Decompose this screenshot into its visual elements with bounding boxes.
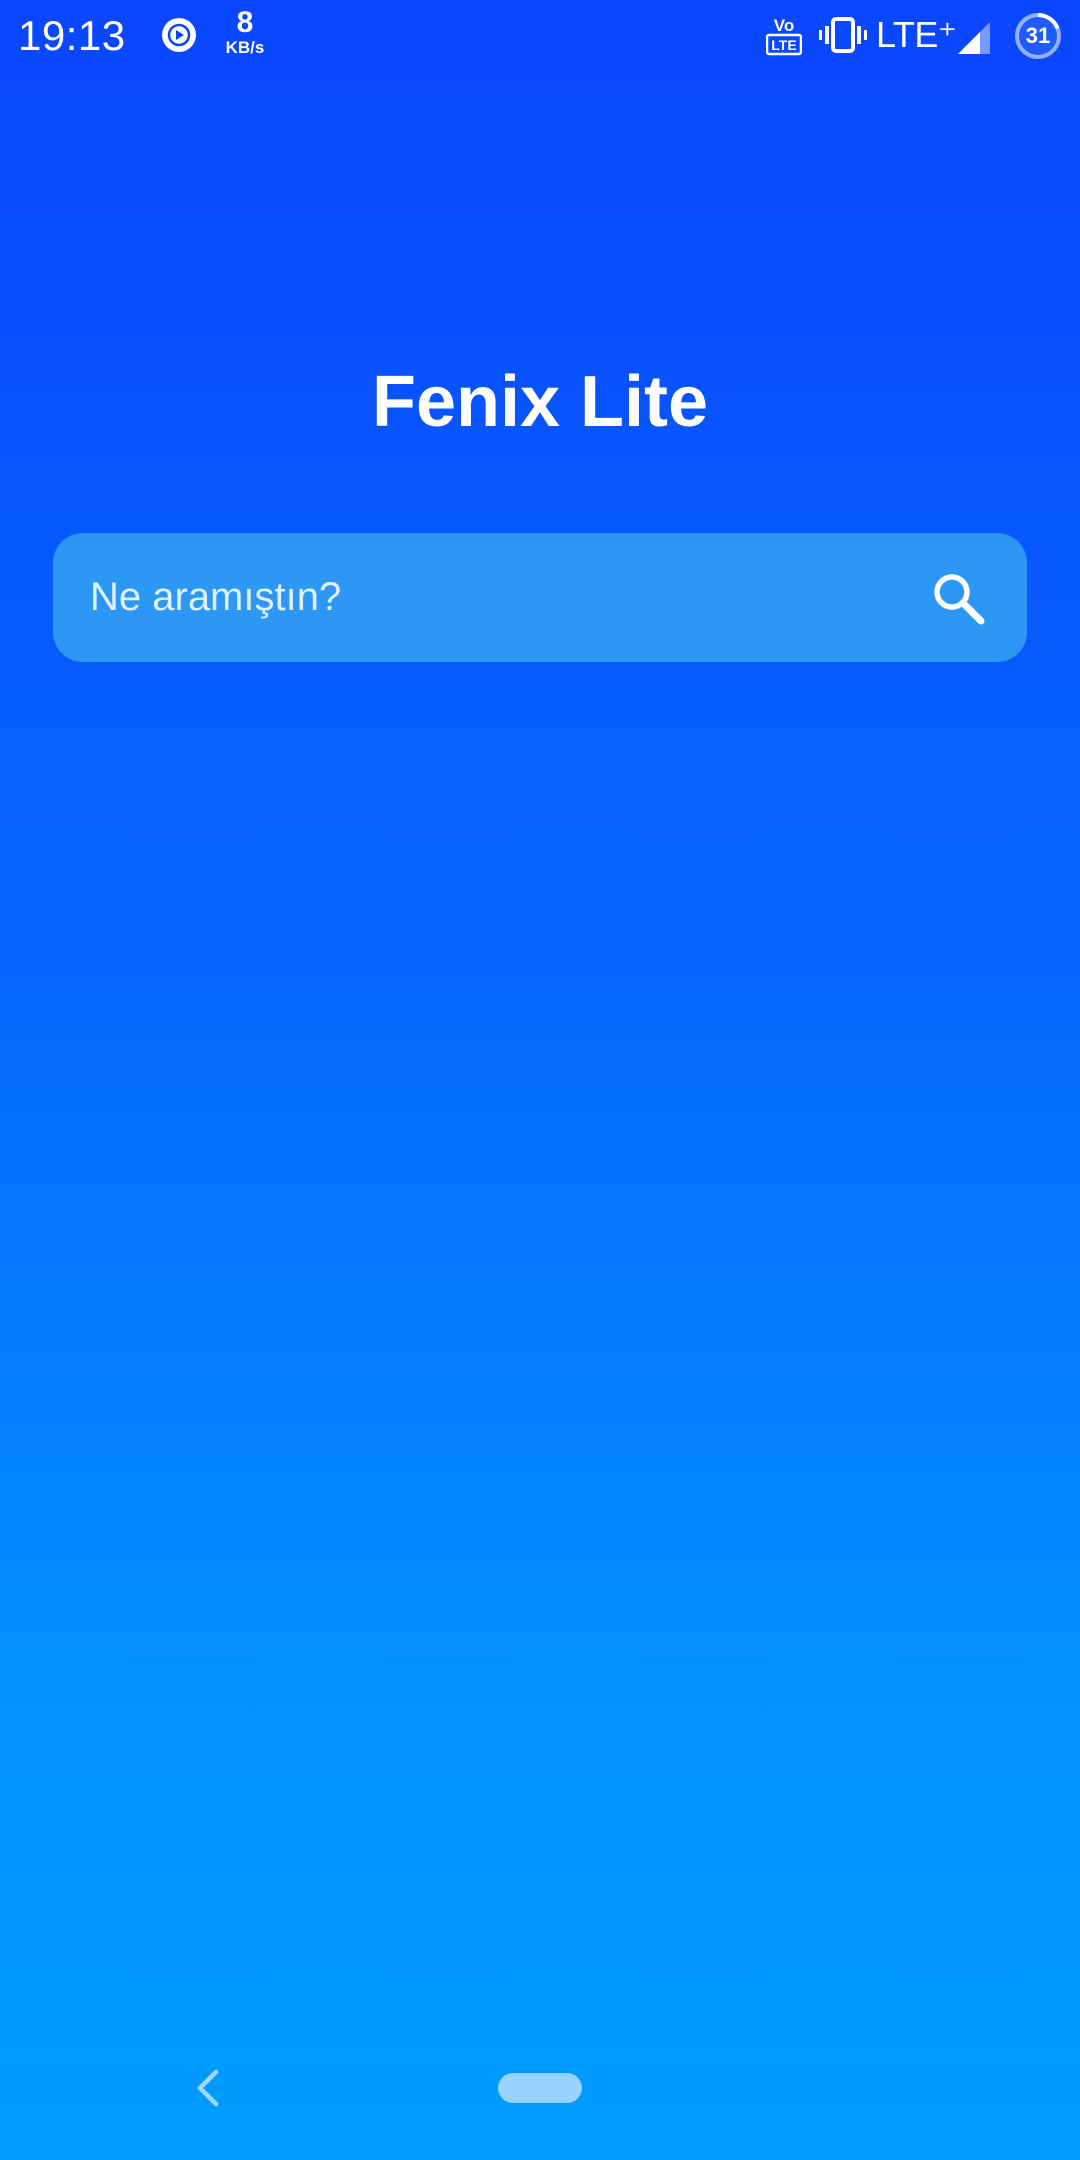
volte-top-label: Vo: [774, 16, 794, 35]
search-input[interactable]: [53, 533, 933, 662]
network-speed: 8 KB/s: [220, 6, 270, 57]
volte-icon: Vo LTE: [766, 16, 802, 56]
network-speed-value: 8: [236, 6, 254, 39]
battery-level: 31: [1025, 23, 1051, 48]
app-title: Fenix Lite: [371, 362, 709, 442]
play-circle-icon: [162, 18, 196, 52]
vibrate-icon: [819, 17, 867, 53]
home-pill[interactable]: [498, 2073, 582, 2103]
search-icon[interactable]: [930, 570, 986, 626]
network-speed-unit: KB/s: [225, 38, 265, 57]
volte-bottom-label: LTE: [771, 37, 796, 53]
status-time: 19:13: [18, 12, 126, 59]
status-bar: 19:13 8 KB/s Vo LTE LTE⁺ 31: [0, 0, 1080, 72]
search-bar[interactable]: [53, 533, 1027, 662]
signal-icon: [958, 22, 990, 54]
network-type: LTE⁺: [876, 14, 957, 55]
back-chevron-icon[interactable]: [190, 2066, 226, 2110]
